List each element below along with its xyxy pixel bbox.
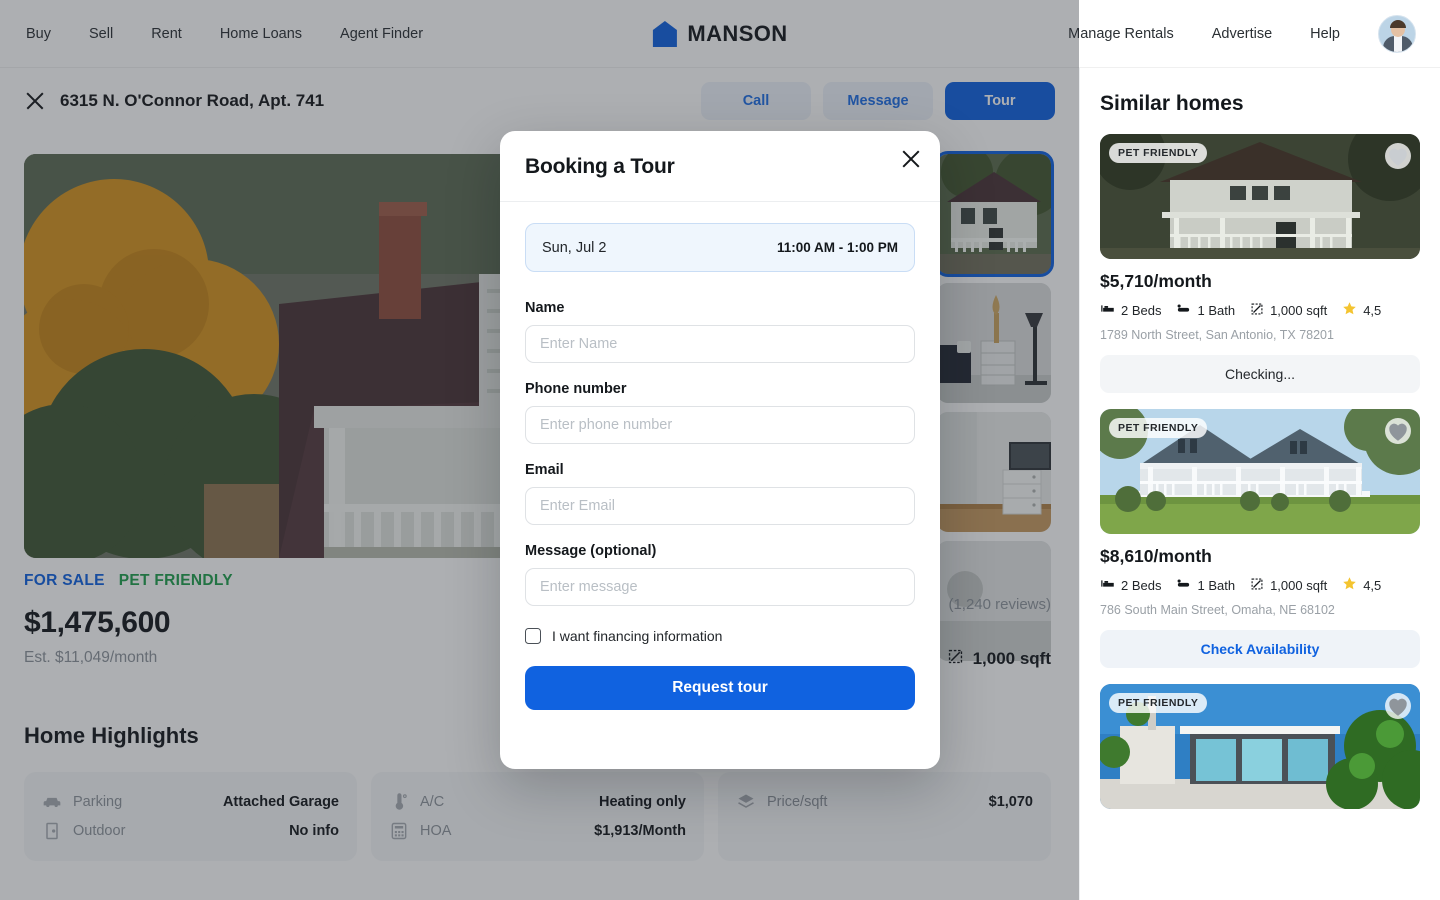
modal-title: Booking a Tour (525, 155, 675, 178)
similar-home-address: 786 South Main Street, Omaha, NE 68102 (1100, 603, 1335, 617)
similar-home-price: $5,710/month (1100, 271, 1212, 291)
similar-home-card: PET FRIENDLY $5,710/month 2 Beds 1 Bath … (1100, 134, 1420, 393)
nav-link-help[interactable]: Help (1310, 26, 1340, 42)
pet-friendly-badge: PET FRIENDLY (1109, 693, 1208, 713)
similar-home-specs: 2 Beds 1 Bath 1,000 sqft 4,5 (1100, 576, 1420, 594)
similar-home-photo[interactable]: PET FRIENDLY (1100, 409, 1420, 534)
pet-friendly-badge: PET FRIENDLY (1109, 143, 1208, 163)
booking-tour-modal: Booking a Tour Sun, Jul 2 11:00 AM - 1:0… (500, 131, 940, 769)
similar-home-address: 1789 North Street, San Antonio, TX 78201 (1100, 328, 1334, 342)
spec-sqft-value: 1,000 sqft (1270, 577, 1328, 593)
financing-checkbox-label: I want financing information (552, 628, 723, 644)
similar-home-card: PET FRIENDLY $8,610/month 2 Beds 1 Bath … (1100, 409, 1420, 668)
field-message: Message (optional) (525, 543, 915, 606)
modal-divider (500, 201, 940, 202)
tour-timeslot-selector[interactable]: Sun, Jul 2 11:00 AM - 1:00 PM (525, 223, 915, 272)
nav-link-manage-rentals[interactable]: Manage Rentals (1068, 26, 1174, 42)
spec-sqft: 1,000 sqft (1250, 302, 1327, 319)
spec-baths-value: 1 Bath (1197, 302, 1236, 318)
spec-beds: 2 Beds (1100, 576, 1161, 594)
area-icon (1250, 302, 1264, 319)
phone-input[interactable] (525, 406, 915, 444)
user-avatar[interactable] (1378, 14, 1416, 53)
message-input[interactable] (525, 568, 915, 606)
field-name: Name (525, 300, 915, 363)
financing-checkbox[interactable] (525, 628, 541, 644)
area-icon (1250, 577, 1264, 594)
field-phone: Phone number (525, 381, 915, 444)
nav-link-advertise[interactable]: Advertise (1212, 26, 1272, 42)
bath-icon (1176, 301, 1191, 319)
similar-home-card: PET FRIENDLY (1100, 684, 1420, 809)
star-icon (1342, 576, 1357, 594)
spec-rating-value: 4,5 (1363, 577, 1382, 593)
email-label: Email (525, 462, 564, 478)
similar-home-specs: 2 Beds 1 Bath 1,000 sqft 4,5 (1100, 301, 1420, 319)
timeslot-date: Sun, Jul 2 (542, 239, 607, 256)
checking-status-button[interactable]: Checking... (1100, 355, 1420, 393)
similar-home-price: $8,610/month (1100, 546, 1212, 566)
timeslot-time: 11:00 AM - 1:00 PM (776, 240, 898, 255)
bed-icon (1100, 301, 1115, 319)
name-input[interactable] (525, 325, 915, 363)
favorite-heart-icon[interactable] (1385, 418, 1411, 444)
field-email: Email (525, 462, 915, 525)
message-label: Message (optional) (525, 543, 657, 559)
check-availability-button[interactable]: Check Availability (1100, 630, 1420, 668)
similar-home-photo[interactable]: PET FRIENDLY (1100, 134, 1420, 259)
modal-close-icon[interactable] (900, 148, 922, 170)
request-tour-button[interactable]: Request tour (525, 666, 915, 710)
bed-icon (1100, 576, 1115, 594)
spec-sqft-value: 1,000 sqft (1270, 302, 1328, 318)
phone-label: Phone number (525, 381, 627, 397)
financing-checkbox-row[interactable]: I want financing information (525, 628, 915, 644)
spec-beds: 2 Beds (1100, 301, 1161, 319)
similar-homes-sidebar: Similar homes PET FRIENDLY $5,710/month … (1079, 68, 1440, 900)
spec-rating: 4,5 (1342, 301, 1381, 319)
spec-baths: 1 Bath (1176, 576, 1235, 594)
spec-beds-value: 2 Beds (1121, 302, 1162, 318)
similar-home-photo[interactable]: PET FRIENDLY (1100, 684, 1420, 809)
spec-rating: 4,5 (1342, 576, 1381, 594)
star-icon (1342, 301, 1357, 319)
email-input[interactable] (525, 487, 915, 525)
spec-sqft: 1,000 sqft (1250, 577, 1327, 594)
spec-beds-value: 2 Beds (1121, 577, 1162, 593)
name-label: Name (525, 300, 565, 316)
nav-right-links: Manage Rentals Advertise Help (1068, 14, 1416, 53)
spec-baths-value: 1 Bath (1197, 577, 1236, 593)
favorite-heart-icon[interactable] (1385, 143, 1411, 169)
property-detail-page: Buy Sell Rent Home Loans Agent Finder MA… (0, 0, 1440, 900)
pet-friendly-badge: PET FRIENDLY (1109, 418, 1208, 438)
spec-rating-value: 4,5 (1363, 302, 1382, 318)
similar-homes-title: Similar homes (1100, 92, 1244, 115)
spec-baths: 1 Bath (1176, 301, 1235, 319)
favorite-heart-icon[interactable] (1385, 693, 1411, 719)
bath-icon (1176, 576, 1191, 594)
